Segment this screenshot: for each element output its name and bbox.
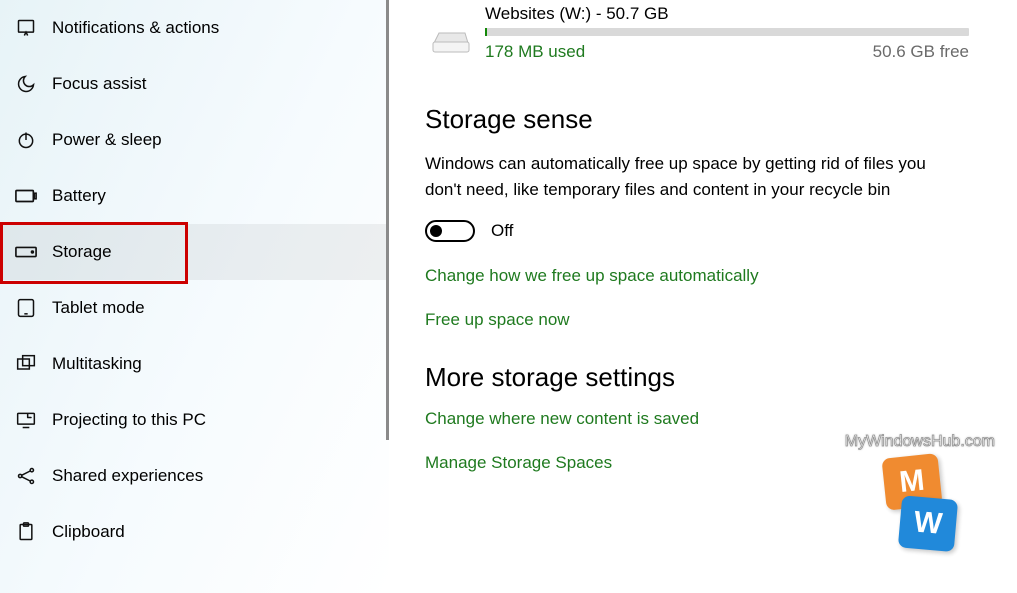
sidebar-item-power-sleep[interactable]: Power & sleep — [0, 112, 389, 168]
more-storage-heading: More storage settings — [425, 362, 973, 393]
link-free-up-now[interactable]: Free up space now — [425, 310, 973, 330]
sidebar-item-label: Notifications & actions — [52, 18, 219, 38]
sidebar-item-multitasking[interactable]: Multitasking — [0, 336, 389, 392]
share-icon — [14, 464, 38, 488]
drive-free-text: 50.6 GB free — [873, 42, 969, 62]
sidebar-item-label: Storage — [52, 242, 112, 262]
drive-title: Websites (W:) - 50.7 GB — [485, 4, 973, 24]
sidebar-item-storage[interactable]: Storage — [0, 224, 389, 280]
sidebar-item-shared-experiences[interactable]: Shared experiences — [0, 448, 389, 504]
moon-icon — [14, 72, 38, 96]
clipboard-icon — [14, 520, 38, 544]
sidebar-item-projecting[interactable]: Projecting to this PC — [0, 392, 389, 448]
storage-sense-description: Windows can automatically free up space … — [425, 151, 965, 204]
link-manage-storage-spaces[interactable]: Manage Storage Spaces — [425, 453, 973, 473]
sidebar-item-label: Projecting to this PC — [52, 410, 206, 430]
power-icon — [14, 128, 38, 152]
sidebar-item-label: Power & sleep — [52, 130, 162, 150]
drive-used-text: 178 MB used — [485, 42, 585, 62]
notifications-icon — [14, 16, 38, 40]
sidebar-item-clipboard[interactable]: Clipboard — [0, 504, 389, 560]
drive-usage-bar — [485, 28, 969, 36]
link-change-save-location[interactable]: Change where new content is saved — [425, 409, 973, 429]
sidebar-item-notifications[interactable]: Notifications & actions — [0, 0, 389, 56]
sidebar-item-focus-assist[interactable]: Focus assist — [0, 56, 389, 112]
main-content: Websites (W:) - 50.7 GB 178 MB used 50.6… — [389, 0, 1017, 593]
drive-icon — [425, 24, 477, 60]
drive-entry[interactable]: Websites (W:) - 50.7 GB 178 MB used 50.6… — [425, 4, 973, 62]
sidebar-item-label: Multitasking — [52, 354, 142, 374]
watermark: MyWindowsHub.com M W — [845, 433, 995, 549]
sidebar-item-label: Tablet mode — [52, 298, 145, 318]
sidebar-item-battery[interactable]: Battery — [0, 168, 389, 224]
sidebar-item-tablet-mode[interactable]: Tablet mode — [0, 280, 389, 336]
project-icon — [14, 408, 38, 432]
watermark-block-w: W — [898, 495, 958, 552]
storage-icon — [14, 240, 38, 264]
storage-sense-toggle[interactable] — [425, 220, 475, 242]
settings-sidebar: Notifications & actions Focus assist Pow… — [0, 0, 389, 593]
sidebar-item-label: Battery — [52, 186, 106, 206]
watermark-text: MyWindowsHub.com — [845, 433, 995, 451]
storage-sense-heading: Storage sense — [425, 104, 973, 135]
storage-sense-toggle-label: Off — [491, 221, 513, 241]
battery-icon — [14, 184, 38, 208]
multitasking-icon — [14, 352, 38, 376]
tablet-icon — [14, 296, 38, 320]
link-change-auto-free[interactable]: Change how we free up space automaticall… — [425, 266, 973, 286]
sidebar-item-label: Focus assist — [52, 74, 146, 94]
sidebar-item-label: Clipboard — [52, 522, 125, 542]
sidebar-item-label: Shared experiences — [52, 466, 203, 486]
